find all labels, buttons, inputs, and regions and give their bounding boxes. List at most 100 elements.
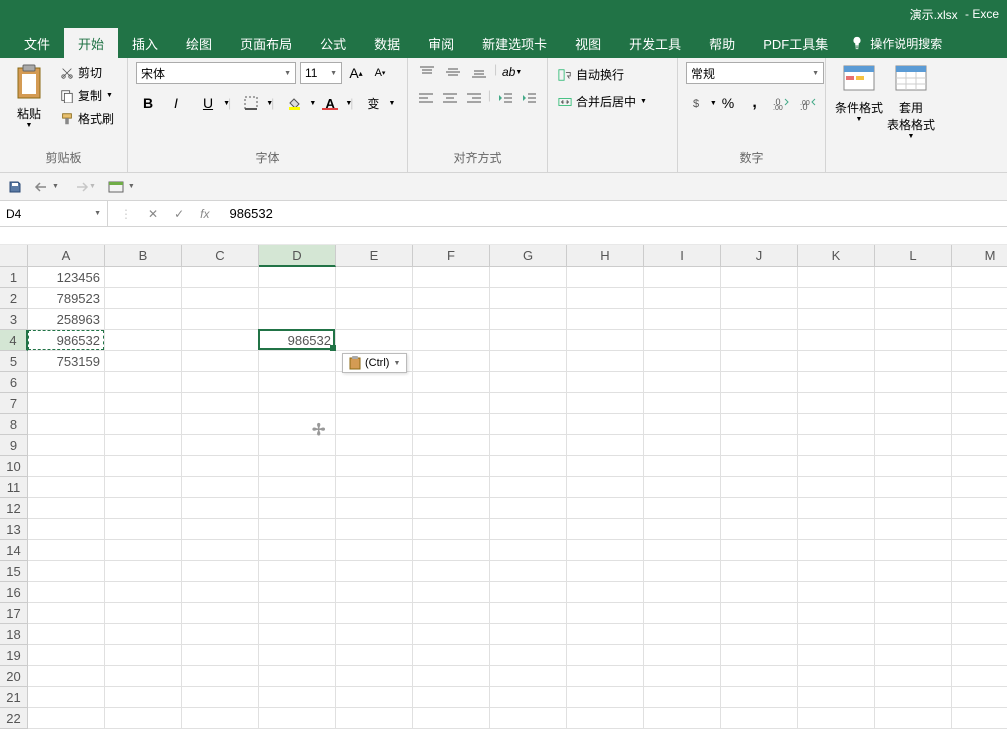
font-size-selector[interactable]: 11▼ bbox=[300, 62, 342, 84]
cell-I14[interactable] bbox=[644, 540, 721, 561]
cell-L2[interactable] bbox=[875, 288, 952, 309]
cell-E6[interactable] bbox=[336, 372, 413, 393]
cell-M21[interactable] bbox=[952, 687, 1007, 708]
cell-M13[interactable] bbox=[952, 519, 1007, 540]
cell-J12[interactable] bbox=[721, 498, 798, 519]
column-header-K[interactable]: K bbox=[798, 245, 875, 267]
merge-center-button[interactable]: 合并后居中 ▼ bbox=[556, 91, 669, 112]
cell-E22[interactable] bbox=[336, 708, 413, 729]
cell-C19[interactable] bbox=[182, 645, 259, 666]
cell-C12[interactable] bbox=[182, 498, 259, 519]
cell-G19[interactable] bbox=[490, 645, 567, 666]
cell-I2[interactable] bbox=[644, 288, 721, 309]
font-name-selector[interactable]: 宋体▼ bbox=[136, 62, 296, 84]
cell-I18[interactable] bbox=[644, 624, 721, 645]
cell-A4[interactable]: 986532 bbox=[28, 330, 105, 351]
cell-J7[interactable] bbox=[721, 393, 798, 414]
cell-D22[interactable] bbox=[259, 708, 336, 729]
cell-H13[interactable] bbox=[567, 519, 644, 540]
cell-I4[interactable] bbox=[644, 330, 721, 351]
cell-I15[interactable] bbox=[644, 561, 721, 582]
cell-F5[interactable] bbox=[413, 351, 490, 372]
percent-button[interactable]: % bbox=[719, 92, 738, 114]
tab-view[interactable]: 视图 bbox=[561, 28, 615, 58]
column-header-B[interactable]: B bbox=[105, 245, 182, 267]
cell-H1[interactable] bbox=[567, 267, 644, 288]
save-button[interactable] bbox=[8, 180, 22, 194]
cell-J18[interactable] bbox=[721, 624, 798, 645]
row-header-18[interactable]: 18 bbox=[0, 624, 28, 645]
cell-A18[interactable] bbox=[28, 624, 105, 645]
cell-I6[interactable] bbox=[644, 372, 721, 393]
cell-G21[interactable] bbox=[490, 687, 567, 708]
cell-L10[interactable] bbox=[875, 456, 952, 477]
cell-F4[interactable] bbox=[413, 330, 490, 351]
cell-I20[interactable] bbox=[644, 666, 721, 687]
cell-M8[interactable] bbox=[952, 414, 1007, 435]
cell-A7[interactable] bbox=[28, 393, 105, 414]
column-header-M[interactable]: M bbox=[952, 245, 1007, 267]
cell-M20[interactable] bbox=[952, 666, 1007, 687]
name-box[interactable]: ▼ bbox=[0, 201, 108, 226]
row-header-4[interactable]: 4 bbox=[0, 330, 28, 351]
cell-B11[interactable] bbox=[105, 477, 182, 498]
cell-D17[interactable] bbox=[259, 603, 336, 624]
row-header-13[interactable]: 13 bbox=[0, 519, 28, 540]
column-header-A[interactable]: A bbox=[28, 245, 105, 267]
cell-F11[interactable] bbox=[413, 477, 490, 498]
cell-C22[interactable] bbox=[182, 708, 259, 729]
cell-K8[interactable] bbox=[798, 414, 875, 435]
cell-D13[interactable] bbox=[259, 519, 336, 540]
cell-E15[interactable] bbox=[336, 561, 413, 582]
cell-G5[interactable] bbox=[490, 351, 567, 372]
cell-M5[interactable] bbox=[952, 351, 1007, 372]
fill-color-button[interactable]: ▼ bbox=[278, 92, 310, 114]
cell-B21[interactable] bbox=[105, 687, 182, 708]
cell-H18[interactable] bbox=[567, 624, 644, 645]
cell-L3[interactable] bbox=[875, 309, 952, 330]
cell-D15[interactable] bbox=[259, 561, 336, 582]
cell-G16[interactable] bbox=[490, 582, 567, 603]
cell-B17[interactable] bbox=[105, 603, 182, 624]
cell-E2[interactable] bbox=[336, 288, 413, 309]
cell-M9[interactable] bbox=[952, 435, 1007, 456]
cell-B20[interactable] bbox=[105, 666, 182, 687]
column-header-L[interactable]: L bbox=[875, 245, 952, 267]
cell-F16[interactable] bbox=[413, 582, 490, 603]
cell-H19[interactable] bbox=[567, 645, 644, 666]
cell-J21[interactable] bbox=[721, 687, 798, 708]
cell-B2[interactable] bbox=[105, 288, 182, 309]
spreadsheet-grid[interactable]: ABCDEFGHIJKLM 12345678910111213141516171… bbox=[0, 245, 1007, 721]
cell-G6[interactable] bbox=[490, 372, 567, 393]
column-header-J[interactable]: J bbox=[721, 245, 798, 267]
cell-D11[interactable] bbox=[259, 477, 336, 498]
row-header-5[interactable]: 5 bbox=[0, 351, 28, 372]
column-header-D[interactable]: D bbox=[259, 245, 336, 267]
cell-B10[interactable] bbox=[105, 456, 182, 477]
cell-J19[interactable] bbox=[721, 645, 798, 666]
cell-J8[interactable] bbox=[721, 414, 798, 435]
cell-L13[interactable] bbox=[875, 519, 952, 540]
tab-data[interactable]: 数据 bbox=[360, 28, 414, 58]
cell-C17[interactable] bbox=[182, 603, 259, 624]
cell-H20[interactable] bbox=[567, 666, 644, 687]
cell-F1[interactable] bbox=[413, 267, 490, 288]
cell-K2[interactable] bbox=[798, 288, 875, 309]
cell-I17[interactable] bbox=[644, 603, 721, 624]
italic-button[interactable]: I bbox=[164, 92, 188, 114]
cell-M1[interactable] bbox=[952, 267, 1007, 288]
cell-C1[interactable] bbox=[182, 267, 259, 288]
cell-F18[interactable] bbox=[413, 624, 490, 645]
cell-B13[interactable] bbox=[105, 519, 182, 540]
cell-F21[interactable] bbox=[413, 687, 490, 708]
orientation-button[interactable]: ab▼ bbox=[501, 62, 523, 82]
cell-B5[interactable] bbox=[105, 351, 182, 372]
cell-J9[interactable] bbox=[721, 435, 798, 456]
cell-E21[interactable] bbox=[336, 687, 413, 708]
cut-button[interactable]: 剪切 bbox=[58, 62, 116, 83]
cell-F14[interactable] bbox=[413, 540, 490, 561]
tab-formulas[interactable]: 公式 bbox=[306, 28, 360, 58]
cell-F6[interactable] bbox=[413, 372, 490, 393]
cell-J22[interactable] bbox=[721, 708, 798, 729]
cell-G22[interactable] bbox=[490, 708, 567, 729]
